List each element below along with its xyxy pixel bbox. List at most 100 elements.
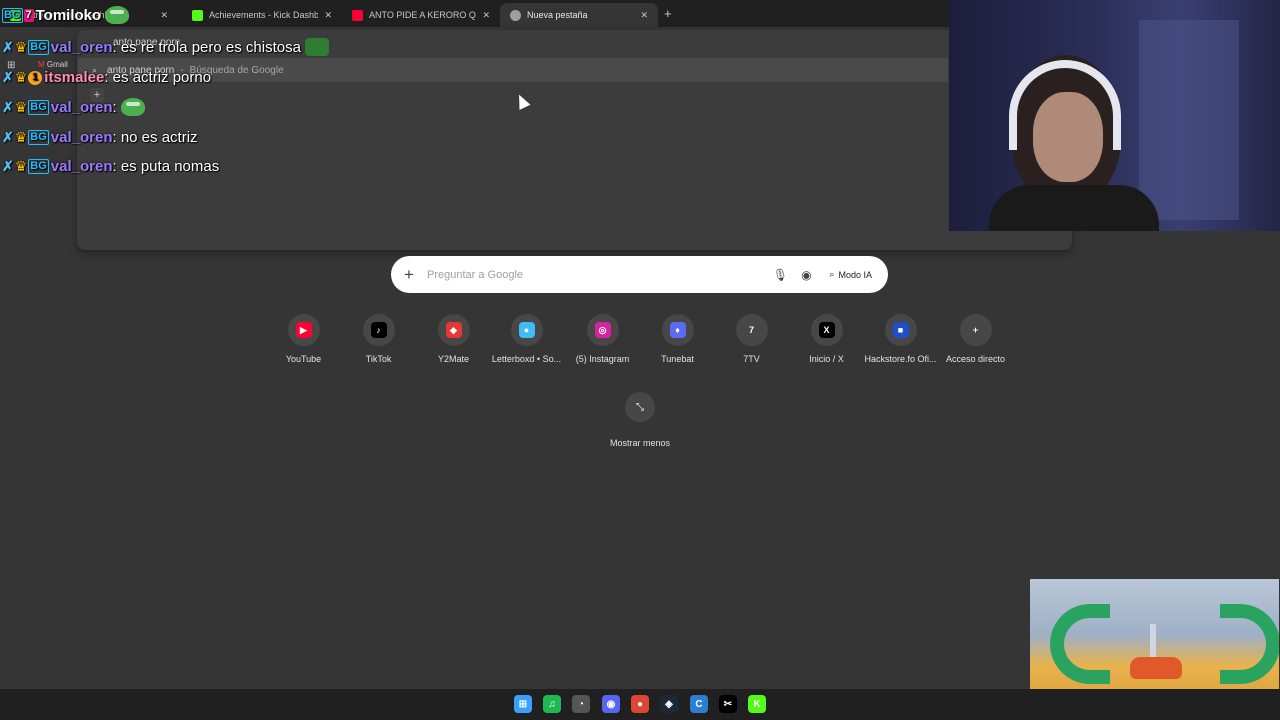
bg-badge-icon: BG <box>28 159 49 174</box>
gmail-icon: M <box>38 60 45 69</box>
chrome-icon[interactable]: ● <box>631 695 649 713</box>
shortcut-label: (5) Instagram <box>575 354 630 364</box>
chat-text: : no es actriz <box>112 129 198 146</box>
tab-new-tab[interactable]: Nueva pestaña ✕ <box>500 3 658 27</box>
shortcut-icon-circle: + <box>959 314 992 346</box>
microphone-icon[interactable]: 🎙 <box>767 268 793 282</box>
steam-icon[interactable]: ◈ <box>660 695 678 713</box>
shortcut-tile[interactable]: ▶ YouTube <box>266 314 341 364</box>
show-less-button[interactable]: ⤡ Mostrar menos <box>600 392 680 448</box>
crown-badge-icon: ♛ <box>14 158 28 174</box>
google-search-box[interactable]: + Preguntar a Google 🎙 ◉ ⌕ Modo IA <box>391 256 888 293</box>
chat-message: ✗ ♛ BG val_oren : no es actriz <box>2 129 198 146</box>
clock-app-icon[interactable]: ◔ <box>572 695 590 713</box>
add-icon[interactable]: + <box>391 265 427 285</box>
kick-icon <box>192 9 203 21</box>
bookmark-label: Gmail <box>46 60 68 69</box>
chat-message: ✗ ♛ 1 itsmalee : es actriz porno <box>2 69 211 86</box>
y2mate-icon: ◆ <box>445 322 462 338</box>
chrome-icon <box>510 9 521 21</box>
collapse-icon: ⤡ <box>625 392 655 422</box>
close-icon[interactable]: ✕ <box>324 10 332 21</box>
chat-text: : es re trola pero es chistosa <box>112 38 301 56</box>
shortcut-icon-circle: 7 <box>735 314 768 346</box>
chat-badges: ✗ ♛ BG <box>2 158 49 175</box>
shortcut-tile[interactable]: ● Letterboxd • So... <box>489 314 564 364</box>
bookmark-gmail[interactable]: M Gmail <box>38 60 68 69</box>
kick-icon[interactable]: K <box>748 695 766 713</box>
chat-message: ✗ ♛ BG val_oren : <box>2 98 145 116</box>
chat-username: val_oren <box>50 158 113 175</box>
shortcut-tile[interactable]: ◆ Y2Mate <box>416 314 491 364</box>
shortcut-label: Letterboxd • So... <box>491 354 562 364</box>
shortcut-tile[interactable]: ■ Hackstore.fo Ofi... <box>863 314 938 364</box>
sword-badge-icon: ✗ <box>2 38 14 55</box>
chat-badges: ✗ ♛ BG <box>2 39 49 56</box>
bag-icon <box>304 38 329 56</box>
capcut-icon[interactable]: ✂ <box>719 695 737 713</box>
shortcut-icon-circle: ◆ <box>437 314 470 346</box>
tv-badge-icon: 7 <box>23 8 34 22</box>
shortcut-icon-circle: ■ <box>884 314 917 346</box>
crown-badge-icon: ♛ <box>14 98 28 115</box>
bg-badge-icon: BG <box>28 39 49 55</box>
spotify-icon[interactable]: ♫ <box>543 695 561 713</box>
chat-text: : es actriz porno <box>104 69 212 86</box>
windows-start-icon[interactable]: ⊞ <box>514 695 532 713</box>
chat-username: Tomiloko <box>35 6 102 24</box>
webcam-body <box>989 185 1159 231</box>
new-tab-button[interactable]: + <box>664 6 672 21</box>
shortcut-icon-circle: ▶ <box>287 314 320 346</box>
tab-title: ANTO PIDE A KERORO QUE LA <box>369 10 476 20</box>
shortcut-tile[interactable]: 7 7TV <box>714 314 789 364</box>
shortcut-icon-circle: ♦ <box>661 314 694 346</box>
bg-badge-icon: BG <box>28 99 49 115</box>
shortcut-icon-circle: ● <box>510 314 543 346</box>
shortcut-label: TikTok <box>365 354 392 364</box>
webcam-background <box>1139 20 1239 220</box>
chat-text: : <box>112 98 117 116</box>
one-badge-icon: 1 <box>28 70 43 85</box>
tab-title: Achievements - Kick Dashboard <box>209 10 319 20</box>
add-icon: + <box>967 322 984 338</box>
chat-badges: ✗ ♛ BG <box>2 129 49 146</box>
shortcut-tile[interactable]: ♪ TikTok <box>341 314 416 364</box>
chat-message: ✗ ♛ BG val_oren : es re trola pero es ch… <box>2 38 329 56</box>
shortcut-tile[interactable]: ♦ Tunebat <box>640 314 715 364</box>
shortcut-tile[interactable]: ◎ (5) Instagram <box>565 314 640 364</box>
shortcut-icon-circle: ♪ <box>362 314 395 346</box>
youtube-icon: ▶ <box>295 322 312 338</box>
modo-ia-button[interactable]: ⌕ Modo IA <box>819 263 882 287</box>
google-lens-icon[interactable]: ◉ <box>793 268 819 282</box>
tab-kick-achievements[interactable]: Achievements - Kick Dashboard ✕ <box>182 3 342 27</box>
close-icon[interactable]: ✕ <box>160 10 168 21</box>
close-icon[interactable]: ✕ <box>640 10 648 21</box>
chat-message: ✗ ♛ BG val_oren : es puta nomas <box>2 158 219 175</box>
crown-badge-icon: ♛ <box>14 69 28 85</box>
discord-icon[interactable]: ◉ <box>602 695 620 713</box>
modo-ia-label: Modo IA <box>838 269 872 280</box>
letterboxd-icon: ● <box>518 322 535 338</box>
shortcut-label: Tunebat <box>661 354 694 364</box>
shortcut-label: Inicio / X <box>809 354 844 364</box>
chat-text: : es puta nomas <box>112 158 220 175</box>
headphones-icon <box>1009 60 1121 150</box>
sparkle-search-icon: ⌕ <box>829 269 835 279</box>
pepe-icon <box>120 98 145 116</box>
chat-badges: ✗ ♛ 1 <box>2 69 43 86</box>
shortcut-label: Y2Mate <box>437 354 470 364</box>
instagram-icon: ◎ <box>594 322 611 338</box>
track-arch-left <box>1050 604 1110 684</box>
tab-youtube-video[interactable]: ANTO PIDE A KERORO QUE LA ✕ <box>342 3 500 27</box>
7tv-icon: 7 <box>743 322 760 338</box>
search-input[interactable]: Preguntar a Google <box>427 269 767 281</box>
youtube-icon <box>352 9 363 21</box>
sword-badge-icon: ✗ <box>2 129 14 145</box>
ccleaner-icon[interactable]: C <box>690 695 708 713</box>
chat-username: val_oren <box>50 38 113 56</box>
shortcut-tile[interactable]: + Acceso directo <box>938 314 1013 364</box>
sword-badge-icon: ✗ <box>2 98 14 115</box>
shortcut-icon-circle: X <box>810 314 843 346</box>
close-icon[interactable]: ✕ <box>482 10 490 21</box>
shortcut-tile[interactable]: X Inicio / X <box>789 314 864 364</box>
